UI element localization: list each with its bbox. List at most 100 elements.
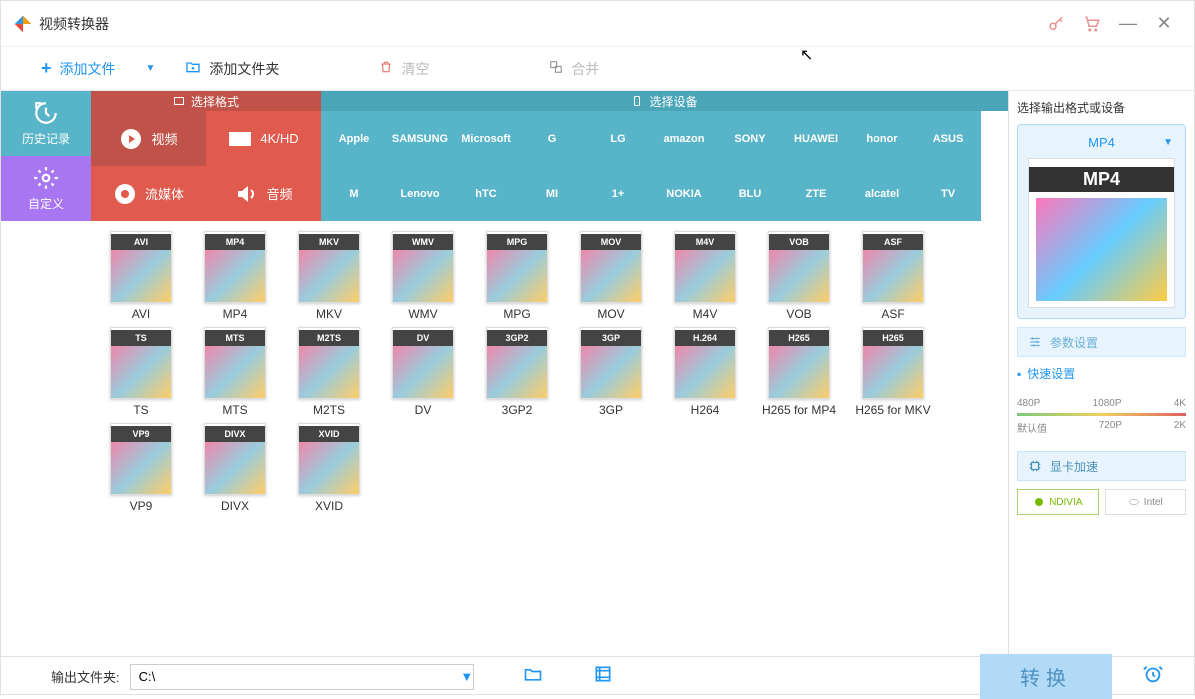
gpu-nvidia[interactable]: NDIVIA <box>1017 489 1099 515</box>
brand-amazon[interactable]: amazon <box>651 111 717 166</box>
brand-zte[interactable]: ZTE <box>783 166 849 221</box>
sidebar-custom[interactable]: 自定义 <box>1 156 91 221</box>
format-h264[interactable]: H.264H264 <box>661 327 749 417</box>
resolution-scale[interactable]: 480P 1080P 4K 默认值 720P 2K <box>1017 390 1186 443</box>
brand-microsoft[interactable]: Microsoft <box>453 111 519 166</box>
brand-label: ZTE <box>806 188 827 200</box>
output-folder-dropdown[interactable]: ▼ <box>460 669 473 684</box>
gpu-accel-button[interactable]: 显卡加速 <box>1017 451 1186 481</box>
film-button[interactable] <box>593 664 613 689</box>
res-480p: 480P <box>1017 398 1040 409</box>
convert-button[interactable]: 转换 <box>980 654 1112 699</box>
format-divx[interactable]: DIVXDIVX <box>191 423 279 513</box>
format-vob[interactable]: VOBVOB <box>755 231 843 321</box>
brand-1+[interactable]: 1+ <box>585 166 651 221</box>
format-mpg[interactable]: MPGMPG <box>473 231 561 321</box>
sidebar-history-label: 历史记录 <box>22 130 70 147</box>
device-tab-icon <box>631 95 643 107</box>
brand-huawei[interactable]: HUAWEI <box>783 111 849 166</box>
minimize-button[interactable]: — <box>1110 6 1146 42</box>
brand-mi[interactable]: MI <box>519 166 585 221</box>
format-mp4[interactable]: MP4MP4 <box>191 231 279 321</box>
brand-label: Lenovo <box>400 188 439 200</box>
brand-honor[interactable]: honor <box>849 111 915 166</box>
format-dv[interactable]: DVDV <box>379 327 467 417</box>
preview-dropdown-icon[interactable]: ▼ <box>1163 137 1173 148</box>
gpu-intel[interactable]: Intel <box>1105 489 1187 515</box>
format-asf[interactable]: ASFASF <box>849 231 937 321</box>
format-m4v[interactable]: M4VM4V <box>661 231 749 321</box>
sidebar-history[interactable]: 历史记录 <box>1 91 91 156</box>
category-grid: 视频 4k 4K/HD Apple SAMSUNG MicrosoftGLG amaz… <box>91 111 1008 221</box>
add-file-dropdown[interactable]: ▼ <box>146 63 156 74</box>
add-file-label: 添加文件 <box>60 59 116 79</box>
brand-label: SAMSUNG <box>392 133 448 145</box>
brand-label: BLU <box>739 188 762 200</box>
brand-label: Apple <box>339 133 370 145</box>
format-h265-for-mp4[interactable]: H265H265 for MP4 <box>755 327 843 417</box>
brand-asus[interactable]: ASUS <box>915 111 981 166</box>
brand-nokia[interactable]: NOKIA <box>651 166 717 221</box>
brand-sony[interactable]: SONY <box>717 111 783 166</box>
brand-apple[interactable]: Apple <box>321 111 387 166</box>
format-avi[interactable]: AVIAVI <box>97 231 185 321</box>
cat-audio[interactable]: 音频 <box>206 166 321 221</box>
brand-m[interactable]: M <box>321 166 387 221</box>
format-wmv[interactable]: WMVWMV <box>379 231 467 321</box>
tab-device-label: 选择设备 <box>649 93 697 110</box>
cart-button[interactable] <box>1074 6 1110 42</box>
intel-icon <box>1128 496 1140 508</box>
brand-htc[interactable]: hTC <box>453 166 519 221</box>
format-name: MOV <box>597 307 624 321</box>
output-preview[interactable]: MP4 ▼ MP4 <box>1017 124 1186 319</box>
close-button[interactable]: ✕ <box>1146 6 1182 42</box>
brand-g[interactable]: G <box>519 111 585 166</box>
cat-stream[interactable]: 流媒体 <box>91 166 206 221</box>
brand-label: NOKIA <box>666 188 701 200</box>
merge-button[interactable]: 合并 <box>549 59 599 79</box>
open-folder-button[interactable] <box>523 664 543 689</box>
titlebar: 视频转换器 — ✕ <box>1 1 1194 47</box>
tab-format[interactable]: 选择格式 <box>91 91 321 111</box>
format-3gp2[interactable]: 3GP23GP2 <box>473 327 561 417</box>
folder-plus-icon <box>185 59 201 78</box>
format-name: VP9 <box>130 499 153 513</box>
brand-label: hTC <box>475 188 496 200</box>
tab-format-label: 选择格式 <box>191 93 239 110</box>
add-file-button[interactable]: + 添加文件 <box>41 58 116 79</box>
format-xvid[interactable]: XVIDXVID <box>285 423 373 513</box>
brand-alcatel[interactable]: alcatel <box>849 166 915 221</box>
tab-device[interactable]: 选择设备 <box>321 91 1008 111</box>
brand-lg[interactable]: LG <box>585 111 651 166</box>
clear-button[interactable]: 清空 <box>379 59 429 79</box>
brand-tv[interactable]: TV <box>915 166 981 221</box>
cat-video[interactable]: 视频 <box>91 111 206 166</box>
format-3gp[interactable]: 3GP3GP <box>567 327 655 417</box>
alarm-button[interactable] <box>1142 663 1164 691</box>
brand-blu[interactable]: BLU <box>717 166 783 221</box>
params-button[interactable]: 参数设置 <box>1017 327 1186 357</box>
history-icon <box>33 100 59 126</box>
brand-lenovo[interactable]: Lenovo <box>387 166 453 221</box>
format-h265-for-mkv[interactable]: H265H265 for MKV <box>849 327 937 417</box>
brand-label: SONY <box>734 133 765 145</box>
cat-4k[interactable]: 4k 4K/HD <box>206 111 321 166</box>
format-name: 3GP <box>599 403 623 417</box>
format-vp9[interactable]: VP9VP9 <box>97 423 185 513</box>
format-name: TS <box>133 403 148 417</box>
output-folder-input[interactable] <box>130 664 475 690</box>
play-circle-icon <box>119 127 143 151</box>
brand-samsung[interactable]: SAMSUNG <box>387 111 453 166</box>
add-folder-button[interactable]: 添加文件夹 <box>185 59 279 79</box>
params-label: 参数设置 <box>1050 334 1098 351</box>
format-m2ts[interactable]: M2TSM2TS <box>285 327 373 417</box>
format-grid: AVIAVIMP4MP4MKVMKVWMVWMVMPGMPGMOVMOVM4VM… <box>91 221 1008 656</box>
format-mts[interactable]: MTSMTS <box>191 327 279 417</box>
brand-label: amazon <box>664 133 705 145</box>
format-mov[interactable]: MOVMOV <box>567 231 655 321</box>
merge-icon <box>549 60 563 77</box>
format-mkv[interactable]: MKVMKV <box>285 231 373 321</box>
preview-thumbnail: MP4 <box>1028 158 1175 308</box>
format-ts[interactable]: TSTS <box>97 327 185 417</box>
register-button[interactable] <box>1038 6 1074 42</box>
